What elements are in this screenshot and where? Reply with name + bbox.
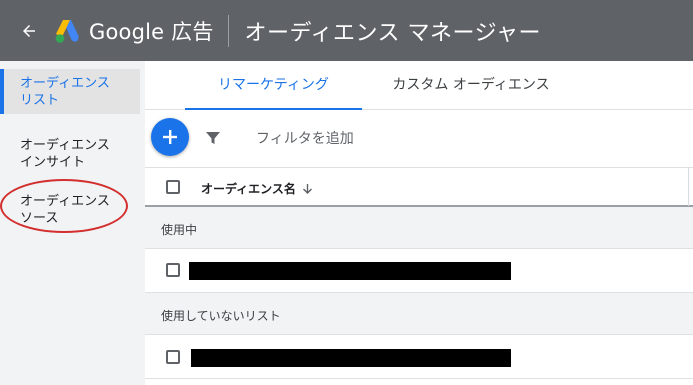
sidebar-item-label: オーディエンス: [20, 138, 110, 153]
tab-remarketing[interactable]: リマーケティング: [185, 61, 362, 110]
tab-custom-audiences[interactable]: カスタム オーディエンス: [381, 61, 561, 109]
group-label: 使用していないリスト: [161, 309, 281, 323]
arrow-down-icon: [302, 184, 312, 194]
brand-name: Google 広告: [89, 19, 214, 44]
app-header: Google 広告 オーディエンス マネージャー: [0, 0, 693, 61]
tab-bar: リマーケティング カスタム オーディエンス: [145, 61, 693, 110]
column-header-label: オーディエンス名: [201, 182, 296, 196]
sidebar-item-audience-list[interactable]: オーディエンス リスト: [0, 69, 140, 114]
add-button[interactable]: [151, 118, 189, 156]
redacted-audience-name: [191, 349, 511, 367]
header-divider: [227, 14, 229, 47]
group-row-unused: 使用していないリスト: [145, 293, 693, 335]
sidebar-item-label: オーディエンス: [20, 194, 110, 209]
sidebar: オーディエンス リスト オーディエンス インサイト オーディエンス ソース: [0, 61, 145, 385]
sidebar-item-label: オーディエンス: [20, 76, 110, 91]
table-header: オーディエンス名: [145, 167, 693, 207]
back-button[interactable]: [19, 21, 39, 41]
toolbar: フィルタを追加: [145, 110, 693, 167]
sidebar-item-label: リスト: [20, 93, 60, 108]
group-row-in-use: 使用中: [145, 207, 693, 249]
row-checkbox[interactable]: [166, 350, 180, 364]
google-ads-logo-icon: [55, 19, 79, 43]
row-checkbox[interactable]: [166, 263, 180, 277]
select-all-checkbox[interactable]: [166, 180, 180, 194]
page-title: オーディエンス マネージャー: [244, 20, 542, 46]
add-filter-link[interactable]: フィルタを追加: [256, 128, 354, 148]
table-row[interactable]: [145, 335, 693, 379]
sidebar-item-audience-insights[interactable]: オーディエンス インサイト: [0, 137, 140, 171]
group-label: 使用中: [161, 223, 198, 237]
column-header-audience-name[interactable]: オーディエンス名: [201, 180, 313, 197]
plus-icon: [163, 130, 177, 144]
sidebar-item-label: ソース: [20, 211, 59, 226]
sidebar-item-audience-sources[interactable]: オーディエンス ソース: [0, 193, 140, 227]
column-divider: [688, 168, 689, 206]
redacted-audience-name: [189, 262, 511, 280]
audience-table: オーディエンス名 使用中 使用していないリスト: [145, 167, 693, 385]
main-content: リマーケティング カスタム オーディエンス フィルタを追加 オーディエンス名 使…: [145, 61, 693, 385]
filter-icon[interactable]: [205, 130, 221, 146]
sidebar-item-label: インサイト: [20, 155, 86, 170]
arrow-back-icon: [23, 24, 35, 37]
table-row[interactable]: [145, 249, 693, 293]
